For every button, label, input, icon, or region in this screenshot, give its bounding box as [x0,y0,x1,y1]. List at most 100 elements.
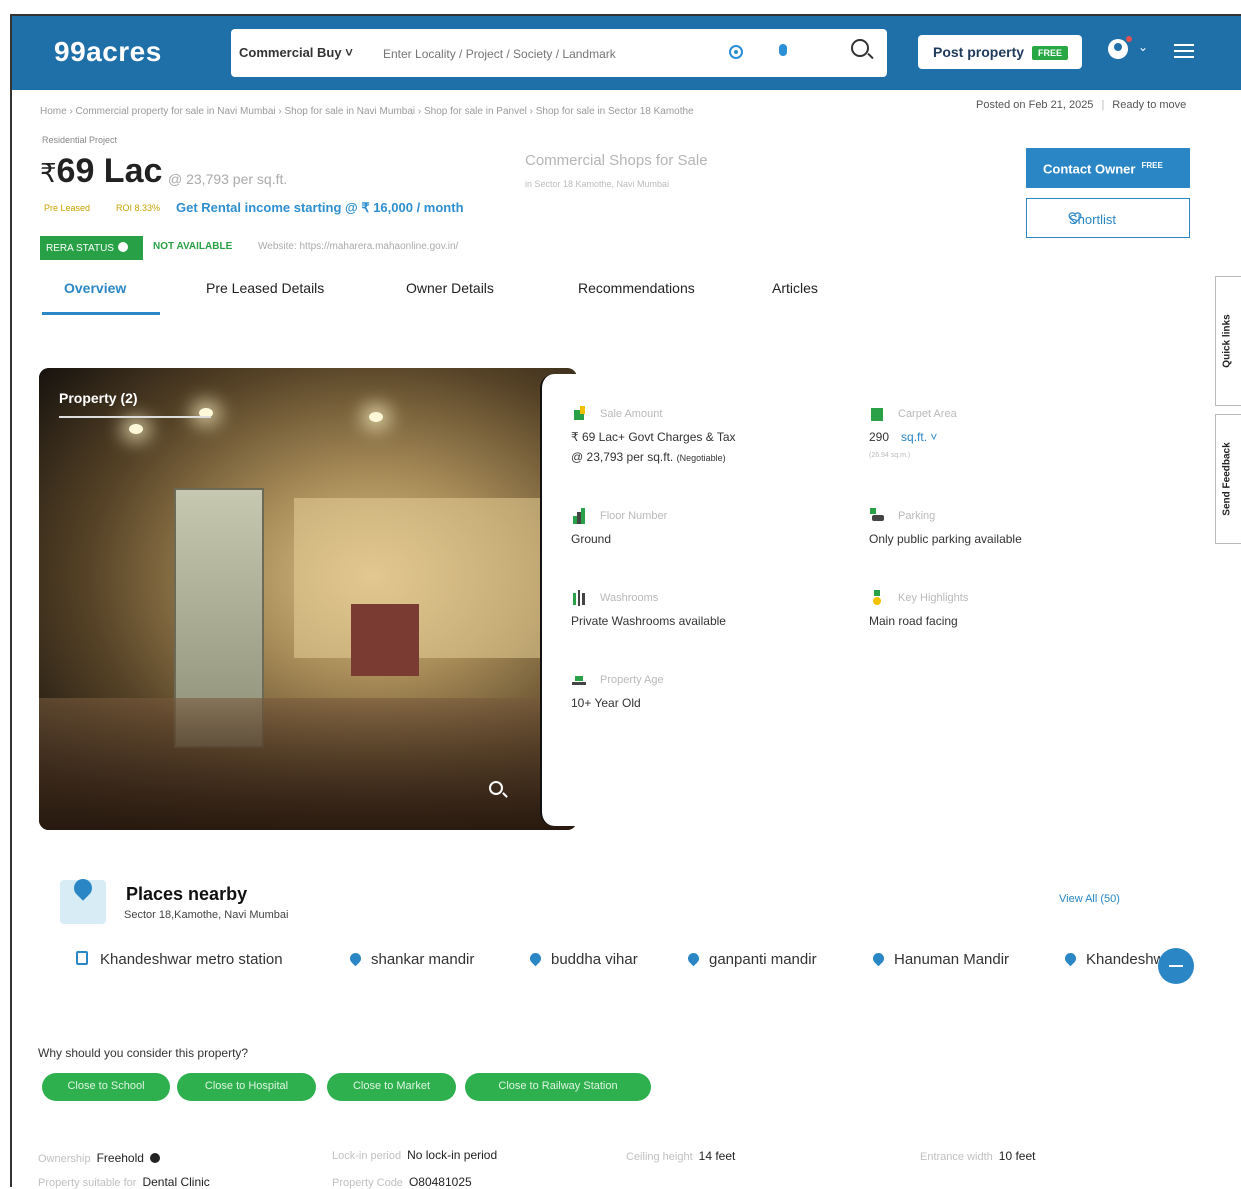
carpet-area-value: 290 [869,430,890,444]
nearby-place-label: shankar mandir [371,951,475,968]
nearby-place-label: Khandeshwar [1086,951,1160,968]
gallery-title: Property (2) [59,390,138,406]
highlights-label: Key Highlights [898,592,969,604]
parking-label: Parking [898,510,936,522]
gallery-title-underline [59,416,211,418]
tab-articles[interactable]: Articles [772,280,818,296]
pre-leased-badge: Pre Leased [44,203,91,213]
view-all-link[interactable]: View All (50) [1059,893,1120,905]
project-tag: Residential Project [42,135,118,145]
shortlist-button[interactable]: Shortlist [1026,198,1190,238]
nearby-place-chip[interactable]: shankar mandir [347,950,475,968]
post-property-button[interactable]: Post property FREE [918,35,1082,69]
parking-value: Only public parking available [869,532,1022,546]
rera-status-badge[interactable]: RERA STATUS [40,236,143,260]
reason-chip: Close to School [42,1073,170,1101]
carpet-area: 290 sq.ft. ˅ [869,430,937,444]
search-bar: Commercial Buy ˅ [231,29,887,77]
tab-recommendations[interactable]: Recommendations [578,280,695,296]
medal-icon [873,590,881,605]
location-pin-icon [685,950,702,967]
listing-title: Commercial Shops for Sale [525,152,708,169]
code-label: Property Code [332,1177,403,1189]
nearby-place-label: Hanuman Mandir [894,951,1010,968]
location-pin-icon [1065,951,1079,967]
metro-icon [76,951,88,965]
car-icon [870,508,884,521]
site-logo[interactable]: 99acres [54,36,162,68]
info-icon[interactable] [149,1153,160,1163]
entrance-value: 10 feet [998,1149,1036,1163]
nearby-place-label: Khandeshwar metro station [100,951,283,968]
carpet-area-note: (26.94 sq.m.) [869,452,911,459]
sale-amount-value: ₹ 69 Lac+ Govt Charges & Tax [571,430,736,444]
microphone-icon[interactable] [779,44,787,56]
sale-amount-per-sqft: @ 23,793 per sq.ft. (Negotiable) [571,450,726,464]
posted-info: Posted on Feb 21, 2025 | Ready to move [976,99,1186,111]
photo-floor [39,698,577,830]
ceiling-value: 14 feet [698,1149,736,1163]
search-category-dropdown[interactable]: Commercial Buy ˅ [239,45,353,60]
price: ₹69 Lac [40,152,162,191]
floor-label: Floor Number [600,510,668,522]
photo-wall [294,498,544,658]
money-icon [574,406,585,420]
rental-income-link[interactable]: Get Rental income starting @ ₹ 16,000 / … [176,200,464,216]
ceiling-info: Ceiling height 14 feet [626,1149,735,1163]
entrance-label: Entrance width [920,1151,993,1163]
washrooms-value: Private Washrooms available [571,614,726,628]
age-label: Property Age [600,674,664,686]
nearby-place-chip[interactable]: Khandeshwar [1065,951,1160,968]
detail-tabs: Overview Pre Leased Details Owner Detail… [40,276,860,316]
reason-chip: Close to Railway Station [465,1073,651,1101]
tab-pre-leased-details[interactable]: Pre Leased Details [206,280,324,296]
zoom-icon[interactable] [489,781,503,795]
roi-badge: ROI 8.33% [116,203,161,213]
floor-icon [573,508,585,524]
heart-icon [1068,212,1082,224]
floor-value: Ground [571,532,612,546]
location-pin-icon [870,950,887,967]
property-details: Sale Amount ₹ 69 Lac+ Govt Charges & Tax… [568,396,1078,710]
currency-symbol: ₹ [40,158,57,188]
chevron-down-icon[interactable]: ⌄ [1138,40,1148,54]
rera-status-label: RERA STATUS [46,243,114,254]
nearby-subtitle: Sector 18,Kamothe, Navi Mumbai [124,909,289,921]
location-pin-icon [527,950,544,967]
search-icon[interactable] [851,39,869,57]
info-icon[interactable] [117,242,128,252]
nearby-title: Places nearby [126,884,248,904]
sale-amount-sub: @ 23,793 per sq.ft. [571,450,674,464]
photo-box [351,604,419,676]
search-input[interactable] [381,39,705,69]
entrance-info: Entrance width 10 feet [920,1149,1035,1163]
divider: | [1101,99,1105,111]
location-icon[interactable] [729,45,743,59]
tab-owner-details[interactable]: Owner Details [406,280,494,296]
hamburger-menu-icon[interactable] [1174,44,1194,58]
nearby-place-chip[interactable]: ganpanti mandir [685,950,817,968]
property-photo-gallery[interactable]: Property (2) [39,368,577,830]
tab-overview[interactable]: Overview [64,280,126,296]
highlights-value: Main road facing [869,614,958,628]
nearby-place-chip[interactable]: Khandeshwar metro station [76,951,283,968]
post-property-label: Post property [933,44,1025,60]
quick-links-tab[interactable]: Quick links [1215,276,1241,406]
area-unit-dropdown[interactable]: sq.ft. ˅ [901,430,937,444]
free-badge: FREE [1141,161,1163,170]
lockin-label: Lock-in period [332,1150,402,1162]
scroll-next-button[interactable] [1158,948,1194,984]
breadcrumb[interactable]: Home › Commercial property for sale in N… [40,106,694,117]
send-feedback-tab[interactable]: Send Feedback [1215,414,1241,544]
reason-chip: Close to Market [327,1073,456,1101]
nearby-place-chip[interactable]: buddha vihar [527,950,638,968]
age-value: 10+ Year Old [571,696,641,710]
possession-status: Ready to move [1112,99,1187,111]
user-account-icon[interactable] [1108,39,1128,59]
rera-value: NOT AVAILABLE [153,241,233,252]
lockin-info: Lock-in period No lock-in period [332,1148,497,1162]
nearby-place-chip[interactable]: Hanuman Mandir [870,950,1010,968]
rera-website-link[interactable]: Website: https://maharera.mahaonline.gov… [258,241,458,252]
contact-owner-button[interactable]: Contact Owner FREE [1026,148,1190,188]
lockin-value: No lock-in period [407,1148,498,1162]
